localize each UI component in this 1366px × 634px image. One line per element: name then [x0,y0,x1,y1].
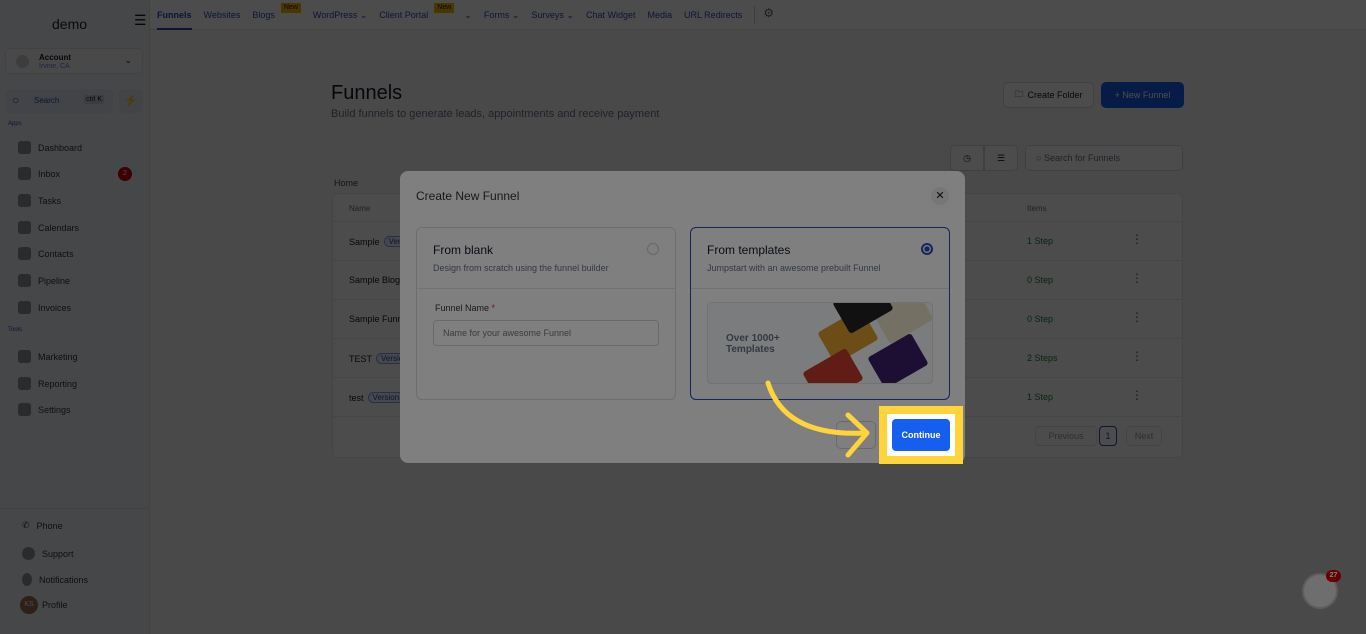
continue-label: Continue [892,419,950,451]
tutorial-dim-overlay [0,0,1366,634]
continue-button[interactable]: Continue [887,414,955,456]
pointer-arrow-icon [765,380,870,458]
continue-highlight: Continue [879,406,963,464]
